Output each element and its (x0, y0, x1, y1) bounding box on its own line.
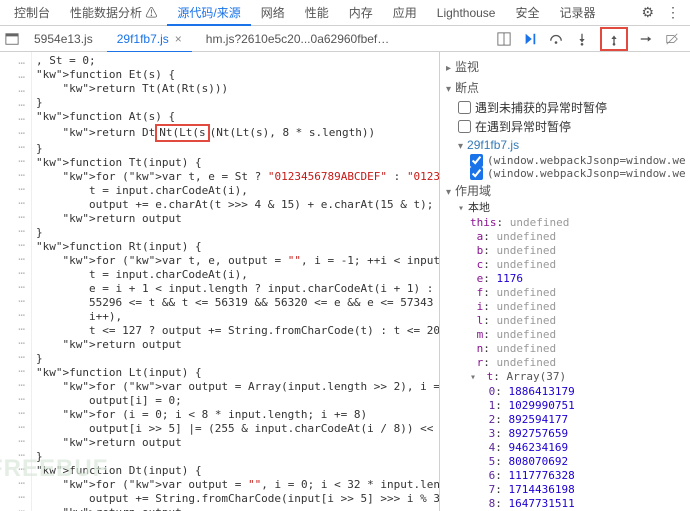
step-out-button[interactable] (606, 31, 622, 47)
array-item-4[interactable]: 4: 946234169 (482, 441, 686, 455)
code-editor[interactable]: …………………………………………………………………………………………………………… (0, 52, 440, 511)
scope-var-t[interactable]: t: Array(37) (470, 370, 686, 385)
scope-local[interactable]: 本地 (458, 201, 686, 216)
file-tab-1[interactable]: 5954e13.js (24, 26, 103, 52)
breakpoint-item-2[interactable]: (window.webpackJsonp=window.webpackJsonp… (446, 167, 686, 180)
scope-val: Array(37) (507, 370, 567, 383)
debugger-sidebar: 监视 断点 遇到未捕获的异常时暂停 在遇到异常时暂停 29f1fb7.js (w… (440, 52, 690, 511)
scope-section[interactable]: 作用域 (446, 180, 686, 201)
tab-network[interactable]: 网络 (251, 0, 295, 26)
file-tab-3[interactable]: hm.js?2610e5c20...0a62960fbef0ad (196, 26, 406, 52)
step-button[interactable] (638, 31, 654, 47)
resume-script-button[interactable] (522, 31, 538, 47)
array-item-5[interactable]: 5: 808070692 (482, 455, 686, 469)
scope-var-f[interactable]: f: undefined (470, 286, 686, 300)
tab-lighthouse[interactable]: Lighthouse (427, 0, 506, 26)
scope-var-i[interactable]: i: undefined (470, 300, 686, 314)
array-item-3[interactable]: 3: 892757659 (482, 427, 686, 441)
breakpoint-line-text: (window.webpackJsonp=window.webpackJsonp… (487, 167, 686, 180)
devtools-tabbar: 控制台 性能数据分析 ⚠ 源代码/来源 网络 性能 内存 应用 Lighthou… (0, 0, 690, 26)
tab-memory[interactable]: 内存 (339, 0, 383, 26)
line-gutter: ………………………………………………………………………………………………………… (0, 52, 32, 511)
breakpoint-line-text: (window.webpackJsonp=window.webpackJsonp… (487, 154, 686, 167)
pause-on-uncaught-label: 遇到未捕获的异常时暂停 (475, 99, 607, 116)
checkbox[interactable] (470, 167, 483, 180)
file-tab-3-label: hm.js?2610e5c20...0a62960fbef0ad (206, 32, 398, 46)
checkbox[interactable] (458, 101, 471, 114)
watch-section[interactable]: 监视 (446, 56, 686, 77)
scope-var-m[interactable]: m: undefined (470, 328, 686, 342)
scope-this[interactable]: this: undefined (470, 216, 686, 230)
scope-key: this (470, 216, 497, 229)
scope-var-b[interactable]: b: undefined (470, 244, 686, 258)
scope-var-c[interactable]: c: undefined (470, 258, 686, 272)
pause-on-caught-checkbox[interactable]: 在遇到异常时暂停 (446, 117, 686, 136)
array-item-8[interactable]: 8: 1647731511 (482, 497, 686, 511)
scope-val: undefined (510, 216, 570, 229)
array-item-7[interactable]: 7: 1714436198 (482, 483, 686, 497)
main-split: …………………………………………………………………………………………………………… (0, 52, 690, 511)
file-tab-1-label: 5954e13.js (34, 32, 93, 46)
step-into-button[interactable] (574, 31, 590, 47)
deactivate-breakpoints-button[interactable] (664, 31, 680, 47)
tab-security[interactable]: 安全 (505, 0, 549, 26)
breakpoint-item-1[interactable]: (window.webpackJsonp=window.webpackJsonp… (446, 154, 686, 167)
pause-on-caught-label: 在遇到异常时暂停 (475, 118, 571, 135)
scope-var-e[interactable]: e: 1176 (470, 272, 686, 286)
scope-var-l[interactable]: l: undefined (470, 314, 686, 328)
scope-var-a[interactable]: a: undefined (470, 230, 686, 244)
sources-toolbar: 5954e13.js 29f1fb7.js × hm.js?2610e5c20..… (0, 26, 690, 52)
tab-performance[interactable]: 性能 (295, 0, 339, 26)
panel-layout-icon[interactable] (496, 31, 512, 47)
tab-recorder[interactable]: 记录器 (550, 0, 606, 26)
breakpoint-file[interactable]: 29f1fb7.js (446, 136, 686, 154)
pause-on-uncaught-checkbox[interactable]: 遇到未捕获的异常时暂停 (446, 98, 686, 117)
checkbox[interactable] (458, 120, 471, 133)
array-item-2[interactable]: 2: 892594177 (482, 413, 686, 427)
array-item-0[interactable]: 0: 1886413179 (482, 385, 686, 399)
tab-console[interactable]: 控制台 (4, 0, 60, 26)
tab-application[interactable]: 应用 (383, 0, 427, 26)
code-content: , St = 0;"kw">function Et(s) { "kw">retu… (32, 52, 439, 511)
breakpoints-section[interactable]: 断点 (446, 77, 686, 98)
tab-sources[interactable]: 源代码/来源 (167, 0, 250, 26)
array-item-6[interactable]: 6: 1117776328 (482, 469, 686, 483)
tab-perf-insights[interactable]: 性能数据分析 ⚠ (60, 0, 167, 26)
close-icon[interactable]: × (175, 32, 182, 46)
scope-var-r[interactable]: r: undefined (470, 356, 686, 370)
scope-var-n[interactable]: n: undefined (470, 342, 686, 356)
file-tab-2-label: 29f1fb7.js (117, 32, 169, 46)
page-tree-icon[interactable] (4, 31, 20, 47)
kebab-menu-icon[interactable]: ⋮ (660, 4, 686, 21)
highlighted-step-out (600, 27, 628, 51)
step-over-button[interactable] (548, 31, 564, 47)
file-tab-2[interactable]: 29f1fb7.js × (107, 26, 192, 52)
settings-gear-icon[interactable]: ⚙ (635, 4, 660, 21)
checkbox[interactable] (470, 154, 483, 167)
array-item-1[interactable]: 1: 1029990751 (482, 399, 686, 413)
